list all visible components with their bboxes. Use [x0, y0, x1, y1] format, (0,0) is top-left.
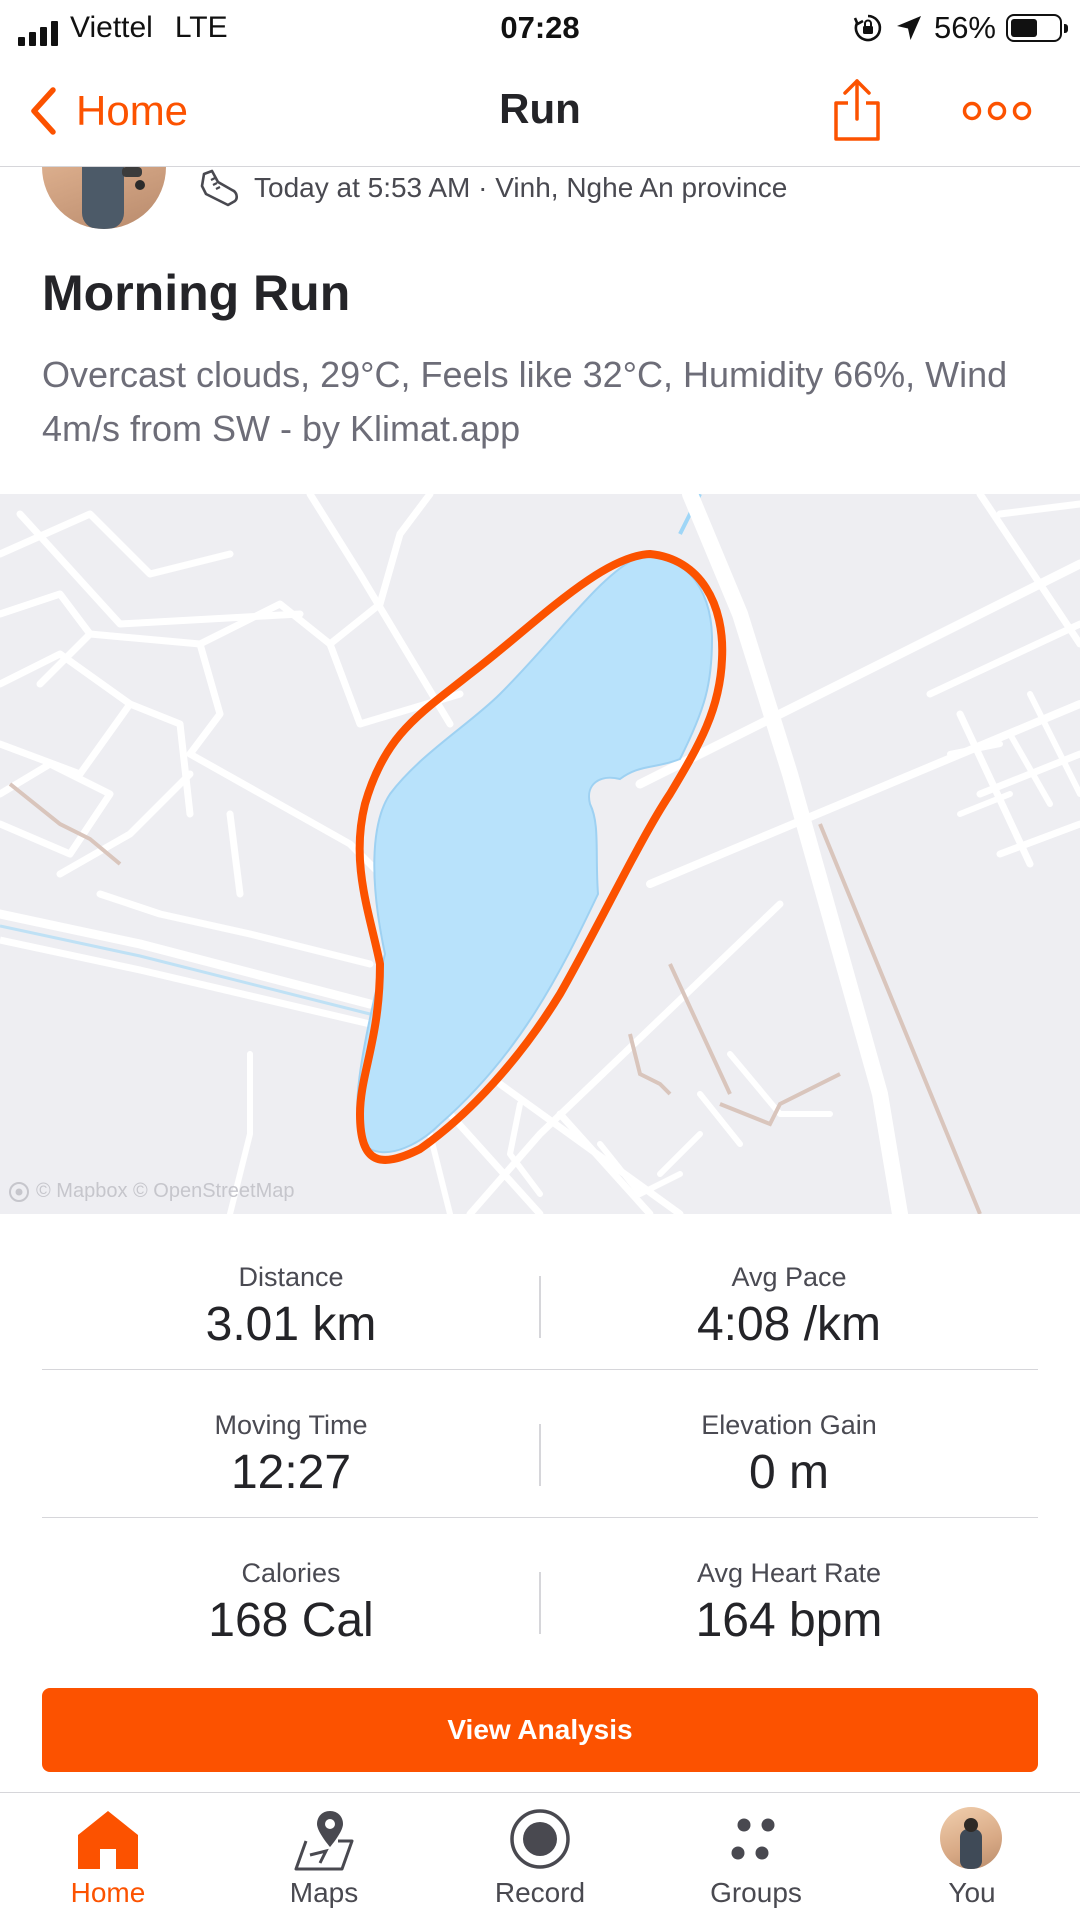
stat-moving-time: Moving Time 12:27 — [42, 1370, 540, 1518]
stat-row: Distance 3.01 km Avg Pace 4:08 /km — [42, 1222, 1038, 1370]
stat-label: Avg Pace — [731, 1262, 847, 1292]
maps-icon — [294, 1811, 354, 1871]
tab-bar: Home Maps Record Groups You — [0, 1792, 1080, 1920]
stat-elevation-gain: Elevation Gain 0 m — [540, 1370, 1038, 1518]
more-icon[interactable] — [962, 95, 1032, 127]
stat-calories: Calories 168 Cal — [42, 1518, 540, 1666]
nav-bar-overlay: Home Run — [0, 55, 1080, 167]
stat-value: 164 bpm — [695, 1594, 883, 1647]
tab-maps[interactable]: Maps — [216, 1793, 432, 1920]
rotation-lock-icon — [853, 14, 882, 42]
tab-label: Home — [70, 1877, 146, 1908]
tab-label: Groups — [710, 1877, 802, 1908]
stat-label: Elevation Gain — [701, 1410, 877, 1440]
tab-groups[interactable]: Groups — [648, 1793, 864, 1920]
stat-label: Calories — [241, 1558, 341, 1588]
stat-label: Distance — [238, 1262, 344, 1292]
map-canvas — [0, 494, 1080, 1214]
stat-value: 3.01 km — [205, 1298, 377, 1351]
record-icon — [510, 1809, 570, 1869]
stat-distance: Distance 3.01 km — [42, 1222, 540, 1370]
map-attribution: © Mapbox © OpenStreetMap — [8, 1180, 295, 1203]
route-map[interactable] — [0, 494, 1080, 1214]
tab-label: Maps — [289, 1877, 359, 1908]
stat-value: 4:08 /km — [696, 1298, 882, 1351]
stat-value: 168 Cal — [208, 1594, 374, 1647]
avatar — [940, 1807, 1002, 1869]
stat-label: Avg Heart Rate — [696, 1558, 882, 1588]
battery-icon — [1006, 14, 1068, 42]
stat-label: Moving Time — [214, 1410, 368, 1440]
status-right: 56% — [852, 10, 1068, 46]
mapbox-logo-icon — [9, 1181, 29, 1202]
map-attribution-text: © Mapbox © OpenStreetMap — [36, 1180, 295, 1202]
activity-title: Morning Run — [42, 265, 351, 321]
stat-avg-pace: Avg Pace 4:08 /km — [540, 1222, 1038, 1370]
view-analysis-button[interactable]: View Analysis — [42, 1688, 1038, 1772]
tab-record[interactable]: Record — [432, 1793, 648, 1920]
stat-value: 12:27 — [230, 1446, 352, 1499]
location-icon — [896, 16, 921, 40]
status-bar: Viettel LTE 07:28 56% — [0, 0, 1080, 55]
activity-description: Overcast clouds, 29°C, Feels like 32°C, … — [42, 354, 1008, 449]
stat-row: Calories 168 Cal Avg Heart Rate 164 bpm — [42, 1518, 1038, 1666]
battery-fill — [1011, 19, 1037, 37]
activity-meta: Today at 5:53 AM · Vinh, Nghe An provinc… — [198, 168, 787, 208]
avatar-photo — [960, 1818, 982, 1869]
activity-meta-text: Today at 5:53 AM · Vinh, Nghe An provinc… — [254, 172, 788, 203]
tab-home[interactable]: Home — [0, 1793, 216, 1920]
shoe-icon — [200, 169, 238, 207]
home-icon — [78, 1811, 138, 1869]
battery-percent: 56% — [933, 10, 996, 45]
tab-label: Record — [494, 1877, 586, 1908]
stats-grid: Distance 3.01 km Avg Pace 4:08 /km Movin… — [42, 1222, 1038, 1666]
tab-you[interactable]: You — [864, 1793, 1080, 1920]
page-title-overlay: Run — [499, 85, 581, 132]
stat-row: Moving Time 12:27 Elevation Gain 0 m — [42, 1370, 1038, 1518]
stat-avg-heart-rate: Avg Heart Rate 164 bpm — [540, 1518, 1038, 1666]
share-icon[interactable] — [832, 77, 882, 143]
groups-icon — [731, 1818, 775, 1860]
tab-label: You — [948, 1877, 996, 1908]
stat-value: 0 m — [748, 1446, 829, 1499]
